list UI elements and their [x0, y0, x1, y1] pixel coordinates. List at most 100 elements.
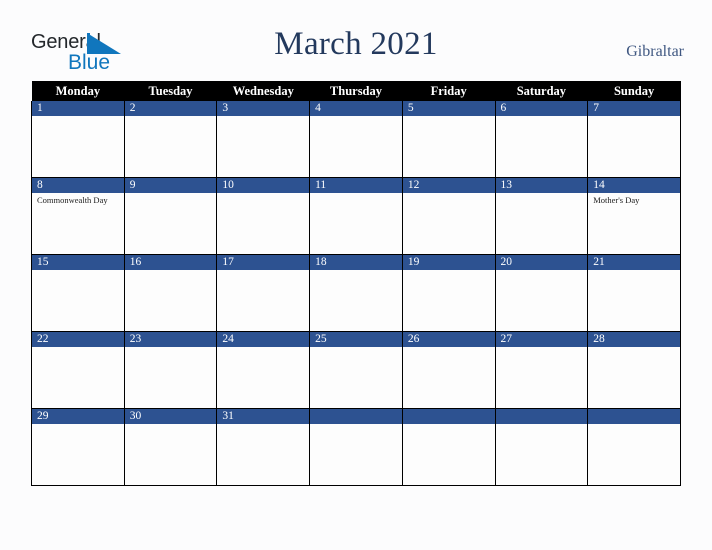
calendar-page: General Blue March 2021 Gibraltar Monday…	[0, 0, 712, 550]
day-body	[32, 116, 124, 176]
day-cell-empty[interactable]	[309, 408, 403, 486]
day-cell[interactable]: 8 Commonwealth Day	[31, 177, 125, 255]
day-number: 28	[588, 332, 680, 347]
day-cell[interactable]: 18	[309, 254, 403, 332]
country-label: Gibraltar	[626, 43, 684, 60]
day-body	[125, 116, 217, 176]
day-body	[588, 424, 680, 484]
day-cell[interactable]: 23	[123, 331, 218, 409]
day-cell[interactable]: 29	[31, 408, 125, 486]
day-body	[496, 424, 588, 484]
day-number: 24	[217, 332, 310, 347]
day-number: 10	[217, 178, 310, 193]
day-cell[interactable]: 3	[216, 101, 311, 178]
day-cell[interactable]: 30	[123, 408, 218, 486]
day-body	[217, 270, 309, 330]
day-body	[217, 193, 309, 253]
day-number: 27	[495, 332, 588, 347]
day-body	[496, 270, 588, 330]
day-number: 16	[124, 255, 217, 270]
day-cell-empty[interactable]	[494, 408, 589, 486]
day-body	[310, 270, 402, 330]
day-cell-empty[interactable]	[401, 408, 496, 486]
day-cell[interactable]: 9	[123, 177, 218, 255]
weekday-header-tuesday: Tuesday	[124, 81, 217, 101]
day-cell[interactable]: 13	[494, 177, 589, 255]
day-number: 2	[124, 101, 217, 116]
day-number: 7	[588, 101, 680, 116]
day-number: 5	[402, 101, 495, 116]
day-cell[interactable]: 11	[309, 177, 403, 255]
day-cell[interactable]: 1	[31, 101, 125, 178]
day-number: 18	[310, 255, 402, 270]
day-cell[interactable]: 15	[31, 254, 125, 332]
day-number: 11	[310, 178, 402, 193]
day-number: 21	[588, 255, 680, 270]
day-number: 4	[310, 101, 402, 116]
weekday-header-monday: Monday	[31, 81, 125, 101]
day-number: 23	[124, 332, 217, 347]
day-body	[403, 270, 495, 330]
day-cell[interactable]: 28	[587, 331, 681, 409]
day-number: 29	[32, 409, 124, 424]
day-cell[interactable]: 22	[31, 331, 125, 409]
day-number: 6	[495, 101, 588, 116]
day-body: Mother's Day	[588, 193, 680, 253]
week-row: 22 23 24 25 26 27 28	[31, 331, 681, 409]
day-body	[217, 116, 309, 176]
day-body	[125, 193, 217, 253]
day-body	[125, 424, 217, 484]
day-body	[217, 347, 309, 407]
day-cell[interactable]: 20	[494, 254, 589, 332]
day-cell[interactable]: 16	[123, 254, 218, 332]
day-body	[496, 116, 588, 176]
day-cell[interactable]: 6	[494, 101, 589, 178]
day-number: 20	[495, 255, 588, 270]
day-body	[588, 347, 680, 407]
day-body	[32, 424, 124, 484]
day-number	[310, 409, 402, 424]
weekday-header-saturday: Saturday	[495, 81, 588, 101]
week-row: 15 16 17 18 19 20 21	[31, 254, 681, 332]
day-cell[interactable]: 14 Mother's Day	[587, 177, 681, 255]
day-body	[403, 116, 495, 176]
day-cell[interactable]: 17	[216, 254, 311, 332]
weekday-header-thursday: Thursday	[309, 81, 403, 101]
day-cell[interactable]: 5	[401, 101, 496, 178]
weekday-header-sunday: Sunday	[587, 81, 681, 101]
day-cell[interactable]: 12	[401, 177, 496, 255]
day-cell[interactable]: 25	[309, 331, 403, 409]
day-body	[310, 116, 402, 176]
day-cell[interactable]: 4	[309, 101, 403, 178]
day-cell[interactable]: 24	[216, 331, 311, 409]
day-number: 15	[32, 255, 124, 270]
month-calendar-grid: Monday Tuesday Wednesday Thursday Friday…	[31, 81, 681, 486]
week-row: 1 2 3 4 5 6 7	[31, 101, 681, 178]
day-cell[interactable]: 31	[216, 408, 311, 486]
day-cell[interactable]: 21	[587, 254, 681, 332]
day-number	[495, 409, 588, 424]
day-number: 25	[310, 332, 402, 347]
week-row: 29 30 31	[31, 408, 681, 486]
page-title: March 2021	[274, 26, 438, 62]
day-event: Mother's Day	[593, 195, 640, 205]
day-cell[interactable]: 7	[587, 101, 681, 178]
day-cell[interactable]: 10	[216, 177, 311, 255]
weekday-header-wednesday: Wednesday	[216, 81, 310, 101]
day-cell[interactable]: 19	[401, 254, 496, 332]
day-cell[interactable]: 26	[401, 331, 496, 409]
day-body	[403, 193, 495, 253]
day-cell[interactable]: 2	[123, 101, 218, 178]
day-body	[310, 193, 402, 253]
day-body	[32, 270, 124, 330]
day-cell-empty[interactable]	[587, 408, 681, 486]
day-cell[interactable]: 27	[494, 331, 589, 409]
day-body	[588, 116, 680, 176]
day-number: 14	[588, 178, 680, 193]
day-number: 8	[32, 178, 124, 193]
day-body	[496, 347, 588, 407]
day-number	[588, 409, 680, 424]
day-number: 9	[124, 178, 217, 193]
day-body	[125, 270, 217, 330]
page-header: General Blue March 2021 Gibraltar	[0, 0, 712, 80]
